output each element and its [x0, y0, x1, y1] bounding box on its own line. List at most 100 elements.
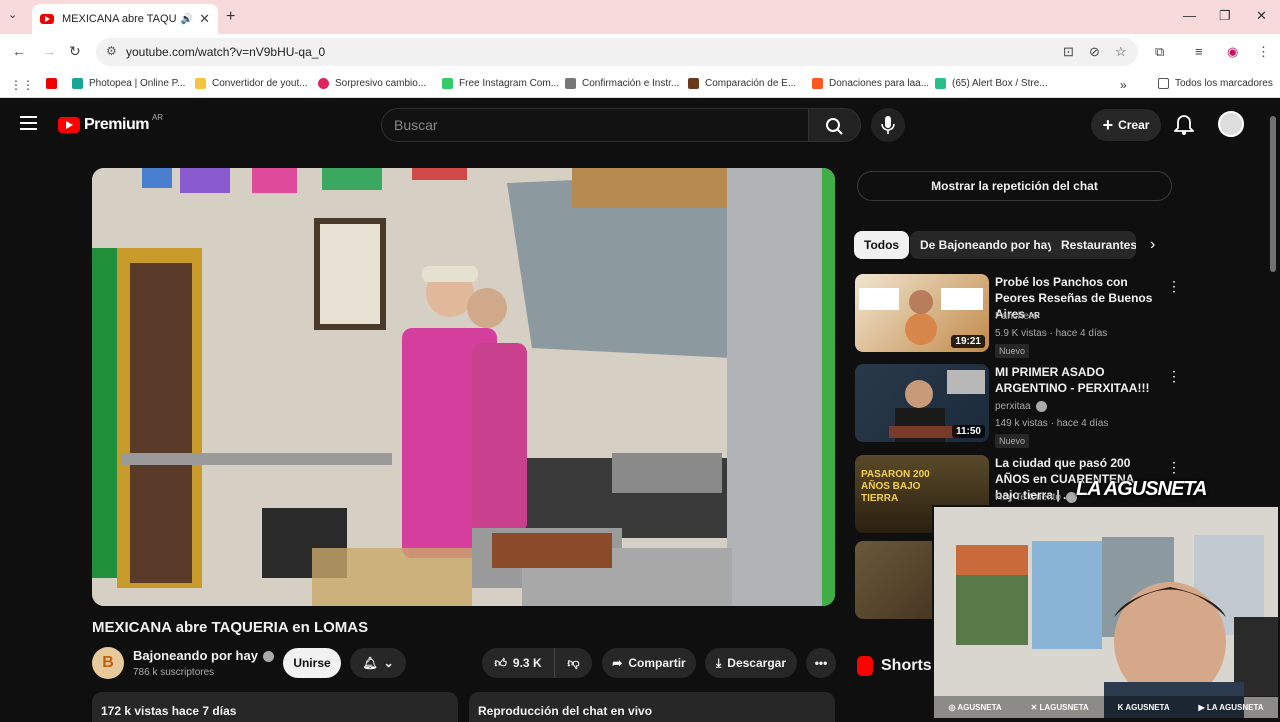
- thumbs-down-icon: 👎︎: [567, 655, 580, 670]
- more-actions-button[interactable]: •••: [806, 648, 836, 678]
- restore-icon[interactable]: ❐: [1219, 8, 1231, 24]
- bookmark-item[interactable]: (65) Alert Box / Stre...: [935, 78, 1048, 89]
- bookmark-favicon-icon: [195, 78, 206, 89]
- menu-icon[interactable]: ⋮: [1257, 44, 1270, 60]
- mic-icon: [881, 116, 895, 134]
- account-avatar[interactable]: [1218, 111, 1244, 137]
- apps-icon[interactable]: ⋮⋮: [10, 78, 34, 92]
- youtube-header: Premium AR Buscar + Crear: [0, 102, 1280, 148]
- browser-toolbar: ← → ↻ ⚙ youtube.com/watch?v=nV9bHU-qa_0 …: [0, 34, 1280, 70]
- minimize-icon[interactable]: —: [1183, 8, 1196, 23]
- search-button[interactable]: [809, 108, 861, 142]
- install-icon[interactable]: ⊡: [1063, 44, 1074, 60]
- download-icon: ⤓: [715, 655, 722, 670]
- channel-avatar[interactable]: B: [92, 647, 124, 679]
- thumbs-up-icon: 👍︎: [494, 655, 507, 670]
- bookmark-favicon-icon: [442, 78, 453, 89]
- dislike-button[interactable]: 👎︎: [554, 648, 592, 678]
- video-player[interactable]: [92, 168, 835, 606]
- description-box[interactable]: 172 k vistas hace 7 días: [92, 692, 458, 722]
- video-thumbnail[interactable]: 11:50: [855, 364, 989, 442]
- chip-restaurants[interactable]: Restaurantes: [1051, 231, 1136, 259]
- eye-off-icon[interactable]: ⊘: [1089, 44, 1100, 60]
- share-icon: ➦: [612, 656, 623, 670]
- profile-icon[interactable]: ◉: [1227, 44, 1238, 60]
- address-bar[interactable]: ⚙ youtube.com/watch?v=nV9bHU-qa_0: [96, 38, 1138, 66]
- streamer-logo: LA AGUSNETA: [1076, 478, 1207, 500]
- recommendation-channel[interactable]: Panchero: [995, 311, 1038, 322]
- reload-icon[interactable]: ↻: [69, 43, 81, 60]
- bookmark-item[interactable]: Donaciones para laa...: [812, 78, 929, 89]
- bookmark-item[interactable]: Free Instagram Com...: [442, 78, 559, 89]
- video-thumbnail[interactable]: 19:21: [855, 274, 989, 352]
- subscribe-bell-button[interactable]: 🔔︎ ⌄: [350, 648, 406, 678]
- social-handles: ◎ AGUSNETA ✕ LAGUSNETA K AGUSNETA ▶ LA A…: [934, 696, 1278, 718]
- bookmarks-bar: ⋮⋮ Photopea | Online P... Convertidor de…: [0, 70, 1280, 98]
- search-input[interactable]: Buscar: [381, 108, 809, 142]
- recommendation-channel[interactable]: Hoy Te Cuento: [995, 492, 1077, 503]
- bookmark-star-icon[interactable]: ☆: [1115, 44, 1127, 60]
- bookmark-item[interactable]: Comparación de E...: [688, 78, 796, 89]
- more-vertical-icon[interactable]: ⋮: [1167, 278, 1181, 295]
- brand-name: Premium: [84, 116, 149, 133]
- extensions-icon[interactable]: ⧉: [1155, 44, 1164, 60]
- bookmark-favicon-icon: [688, 78, 699, 89]
- youtube-logo[interactable]: Premium AR: [58, 112, 164, 134]
- channel-name[interactable]: Bajoneando por hay: [133, 648, 274, 663]
- recommendation-channel[interactable]: perxitaa: [995, 401, 1047, 412]
- bookmark-item[interactable]: Photopea | Online P...: [72, 78, 185, 89]
- more-bookmarks-icon[interactable]: »: [1120, 78, 1127, 92]
- chevron-down-icon: ⌄: [383, 656, 394, 670]
- chat-replay-box[interactable]: Reproducción del chat en vivo: [469, 692, 835, 722]
- search-icon: [826, 118, 843, 135]
- recommendation-item[interactable]: 11:50 MI PRIMER ASADO ARGENTINO - PERXIT…: [855, 364, 1181, 448]
- recommendation-item[interactable]: 19:21 Probé los Panchos con Peores Reseñ…: [855, 274, 1181, 358]
- recommendation-meta: 5.9 K vistas · hace 4 días: [995, 328, 1108, 339]
- instagram-handle: ◎ AGUSNETA: [948, 702, 1002, 712]
- folder-icon: [1158, 78, 1169, 89]
- chevron-right-icon[interactable]: ›: [1150, 236, 1155, 254]
- plus-icon: +: [1102, 114, 1114, 135]
- streamer-webcam-overlay: ◎ AGUSNETA ✕ LAGUSNETA K AGUSNETA ▶ LA A…: [932, 505, 1280, 720]
- close-window-icon[interactable]: ✕: [1256, 8, 1267, 24]
- region-code: AR: [151, 112, 164, 122]
- create-button[interactable]: + Crear: [1091, 109, 1161, 141]
- shorts-header: Shorts: [857, 656, 932, 676]
- bookmark-item[interactable]: Convertidor de yout...: [195, 78, 308, 89]
- hamburger-menu-icon[interactable]: [20, 116, 37, 130]
- new-badge: Nuevo: [995, 434, 1030, 448]
- tab-title: MEXICANA abre TAQUERIA: [62, 13, 177, 25]
- download-button[interactable]: ⤓ Descargar: [705, 648, 797, 678]
- forward-icon[interactable]: →: [42, 43, 56, 59]
- voice-search-button[interactable]: [871, 108, 905, 142]
- share-button[interactable]: ➦ Compartir: [602, 648, 696, 678]
- close-tab-icon[interactable]: ✕: [199, 11, 210, 27]
- more-vertical-icon[interactable]: ⋮: [1167, 368, 1181, 385]
- tab-search-icon[interactable]: ⌄: [8, 8, 17, 21]
- subscriber-count: 786 k suscriptores: [133, 667, 215, 678]
- page-scrollbar[interactable]: [1270, 116, 1276, 272]
- new-tab-icon[interactable]: +: [226, 8, 235, 26]
- recommendation-title: MI PRIMER ASADO ARGENTINO - PERXITAA!!!: [995, 365, 1150, 395]
- all-bookmarks[interactable]: Todos los marcadores: [1158, 78, 1273, 89]
- show-chat-replay-button[interactable]: Mostrar la repetición del chat: [857, 171, 1172, 201]
- site-info-icon[interactable]: ⚙: [106, 44, 117, 58]
- like-button[interactable]: 👍︎ 9.3 K: [482, 648, 554, 678]
- more-vertical-icon[interactable]: ⋮: [1167, 459, 1181, 476]
- join-button[interactable]: Unirse: [283, 648, 341, 678]
- chip-channel[interactable]: De Bajoneando por hay: [910, 231, 1065, 259]
- browser-tab[interactable]: MEXICANA abre TAQUERIA 🔊 ✕: [32, 4, 218, 34]
- speaker-icon[interactable]: 🔊: [181, 14, 193, 25]
- bookmark-item[interactable]: Sorpresivo cambio...: [318, 78, 426, 89]
- media-control-icon[interactable]: ≡: [1195, 44, 1203, 59]
- webcam-image: [934, 507, 1278, 718]
- chip-all[interactable]: Todos: [854, 231, 910, 259]
- back-icon[interactable]: ←: [12, 43, 26, 59]
- bookmark-favicon-icon: [72, 78, 83, 89]
- new-badge: Nuevo: [995, 344, 1030, 358]
- notifications-bell-icon[interactable]: [1174, 114, 1194, 136]
- bookmark-item[interactable]: Confirmación e Instr...: [565, 78, 679, 89]
- video-duration: 11:50: [951, 425, 985, 438]
- video-duration: 19:21: [951, 335, 985, 348]
- youtube-bookmark-icon[interactable]: [46, 78, 63, 89]
